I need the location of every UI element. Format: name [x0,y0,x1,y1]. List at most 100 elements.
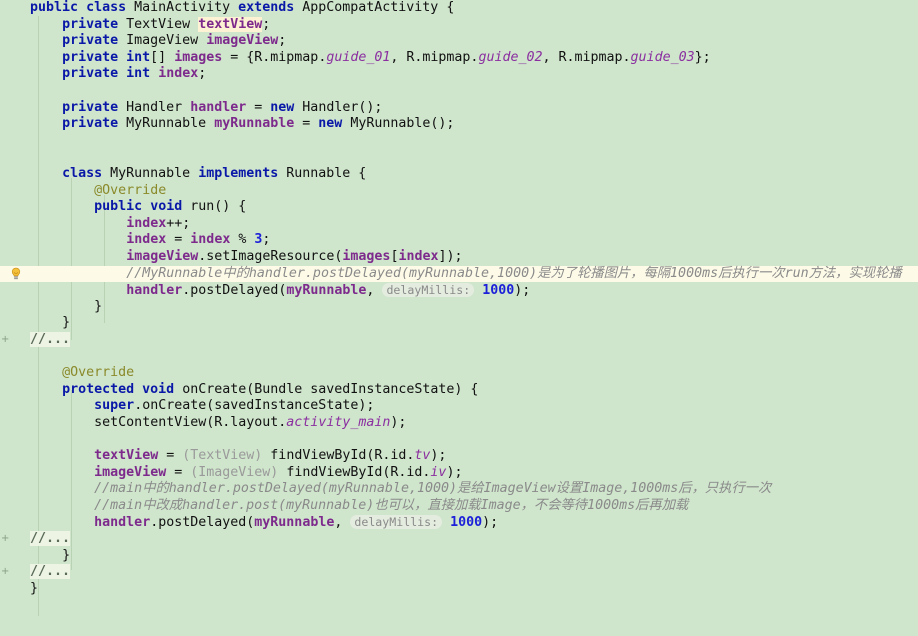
gutter[interactable]: + [0,531,30,548]
code-line[interactable]: } [0,315,918,332]
fold-expand-icon[interactable]: + [1,567,9,577]
fold-expand-icon[interactable]: + [1,334,9,344]
gutter[interactable] [0,498,30,515]
gutter[interactable] [0,66,30,83]
code-line[interactable]: } [0,548,918,565]
fold-expand-icon[interactable]: + [1,534,9,544]
code-line[interactable]: //MyRunnable中的handler.postDelayed(myRunn… [0,265,918,283]
line-content[interactable]: imageView.setImageResource(images[index]… [126,249,462,266]
gutter[interactable] [0,216,30,233]
gutter[interactable] [0,149,30,166]
gutter[interactable] [0,249,30,266]
line-content[interactable]: //... [30,531,71,548]
line-content[interactable]: //... [30,564,71,581]
code-line[interactable]: textView = (TextView) findViewById(R.id.… [0,448,918,465]
gutter[interactable] [0,382,30,399]
code-line[interactable]: index++; [0,216,918,233]
line-content[interactable]: imageView = (ImageView) findViewById(R.i… [94,465,462,482]
code-line[interactable] [0,83,918,100]
code-line[interactable]: private TextView textView; [0,16,918,34]
code-line[interactable]: } [0,581,918,598]
code-line[interactable]: } [0,299,918,316]
code-line[interactable]: private int index; [0,66,918,83]
line-content[interactable]: textView = (TextView) findViewById(R.id.… [94,448,446,465]
folded-region-marker[interactable]: //... [30,531,71,546]
line-content[interactable]: private Handler handler = new Handler(); [62,100,382,117]
gutter[interactable] [0,548,30,565]
gutter[interactable] [0,431,30,448]
line-content[interactable]: //main中改成handler.post(myRunnable)也可以，直接加… [94,498,688,515]
gutter[interactable]: + [0,332,30,349]
gutter[interactable] [0,100,30,117]
line-content[interactable]: protected void onCreate(Bundle savedInst… [62,382,478,399]
code-line[interactable]: private MyRunnable myRunnable = new MyRu… [0,116,918,133]
line-content[interactable]: private MyRunnable myRunnable = new MyRu… [62,116,454,133]
line-content[interactable]: private int[] images = {R.mipmap.guide_0… [62,50,711,67]
line-content[interactable]: //... [30,331,71,349]
code-line[interactable]: handler.postDelayed(myRunnable, delayMil… [0,514,918,531]
code-line[interactable]: private ImageView imageView; [0,33,918,50]
gutter[interactable] [0,199,30,216]
gutter[interactable] [0,166,30,183]
gutter[interactable] [0,50,30,67]
line-content[interactable]: setContentView(R.layout.activity_main); [94,415,406,432]
code-line[interactable]: public void run() { [0,199,918,216]
gutter[interactable] [0,315,30,332]
line-content[interactable]: //main中的handler.postDelayed(myRunnable,1… [94,481,771,498]
line-content[interactable]: public class MainActivity extends AppCom… [30,0,454,17]
gutter[interactable] [0,116,30,133]
line-content[interactable]: private int index; [62,66,206,83]
gutter[interactable] [0,17,30,34]
line-content[interactable]: class MyRunnable implements Runnable { [62,166,366,183]
gutter[interactable] [0,232,30,249]
code-line[interactable]: imageView.setImageResource(images[index]… [0,249,918,266]
gutter[interactable] [0,282,30,299]
line-content[interactable]: super.onCreate(savedInstanceState); [94,398,374,415]
code-line[interactable]: super.onCreate(savedInstanceState); [0,398,918,415]
gutter[interactable] [0,514,30,531]
line-content[interactable]: //MyRunnable中的handler.postDelayed(myRunn… [126,266,901,283]
line-content[interactable]: handler.postDelayed(myRunnable, delayMil… [94,514,498,532]
gutter[interactable] [0,183,30,200]
line-content[interactable]: private ImageView imageView; [62,33,286,50]
code-line[interactable]: setContentView(R.layout.activity_main); [0,415,918,432]
gutter[interactable] [0,465,30,482]
line-content[interactable]: index++; [126,216,190,233]
code-line[interactable] [0,431,918,448]
gutter[interactable] [0,33,30,50]
code-line[interactable]: handler.postDelayed(myRunnable, delayMil… [0,282,918,299]
code-line[interactable]: @Override [0,183,918,200]
gutter[interactable] [0,365,30,382]
code-line[interactable]: private int[] images = {R.mipmap.guide_0… [0,50,918,67]
gutter[interactable]: + [0,564,30,581]
lightbulb-icon[interactable] [9,267,23,281]
line-content[interactable]: handler.postDelayed(myRunnable, delayMil… [126,282,530,300]
line-content[interactable]: private TextView textView; [62,16,270,34]
code-line[interactable] [0,133,918,150]
code-line[interactable]: imageView = (ImageView) findViewById(R.i… [0,465,918,482]
code-line[interactable] [0,149,918,166]
gutter[interactable] [0,398,30,415]
gutter[interactable] [0,83,30,100]
code-line[interactable]: + //... [0,331,918,349]
line-content[interactable]: } [94,299,102,316]
code-line[interactable]: class MyRunnable implements Runnable { [0,166,918,183]
line-content[interactable]: @Override [94,183,166,200]
gutter[interactable] [0,0,30,17]
gutter[interactable] [0,266,30,283]
code-line[interactable]: private Handler handler = new Handler(); [0,100,918,117]
code-line[interactable]: + //... [0,564,918,581]
folded-region-marker[interactable]: //... [30,331,71,347]
line-content[interactable]: } [62,548,70,565]
code-line[interactable]: //main中改成handler.post(myRunnable)也可以，直接加… [0,498,918,515]
gutter[interactable] [0,581,30,598]
gutter[interactable] [0,448,30,465]
gutter[interactable] [0,299,30,316]
code-line[interactable] [0,348,918,365]
code-line[interactable]: public class MainActivity extends AppCom… [0,0,918,17]
gutter[interactable] [0,415,30,432]
code-line[interactable]: + //... [0,531,918,548]
gutter[interactable] [0,133,30,150]
line-content[interactable]: } [62,315,70,332]
line-content[interactable]: index = index % 3; [126,232,270,249]
